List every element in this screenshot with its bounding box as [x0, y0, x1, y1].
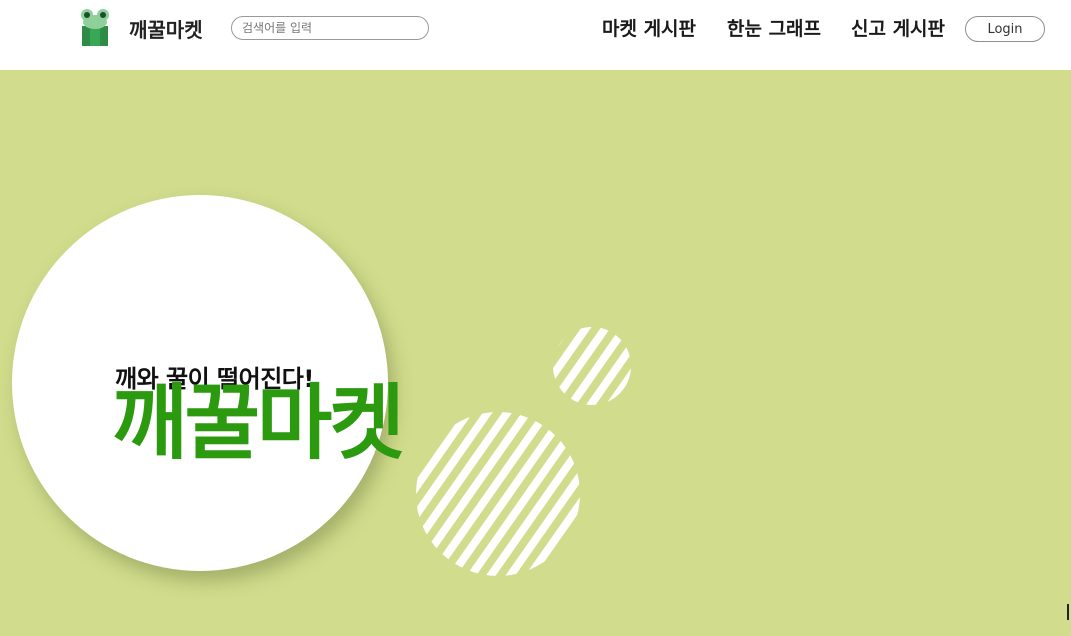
header-bar: 깨꿀마켓 마켓 게시판 한눈 그래프 신고 게시판 Login	[0, 0, 1071, 70]
striped-circle-large	[416, 412, 580, 576]
login-button[interactable]: Login	[965, 16, 1045, 42]
brand-name[interactable]: 깨꿀마켓	[129, 14, 203, 43]
hero-banner: 깨와 꿀이 떨어진다! 깨꿀마켓	[0, 70, 1071, 636]
search-input[interactable]	[231, 16, 429, 40]
frog-icon[interactable]	[79, 8, 111, 46]
corner-mark	[1067, 604, 1071, 620]
striped-circles-decoration	[416, 327, 631, 576]
nav-graph[interactable]: 한눈 그래프	[727, 14, 821, 41]
striped-circle-small	[553, 327, 631, 405]
nav-report-board[interactable]: 신고 게시판	[851, 14, 945, 41]
nav-market-board[interactable]: 마켓 게시판	[602, 14, 696, 41]
